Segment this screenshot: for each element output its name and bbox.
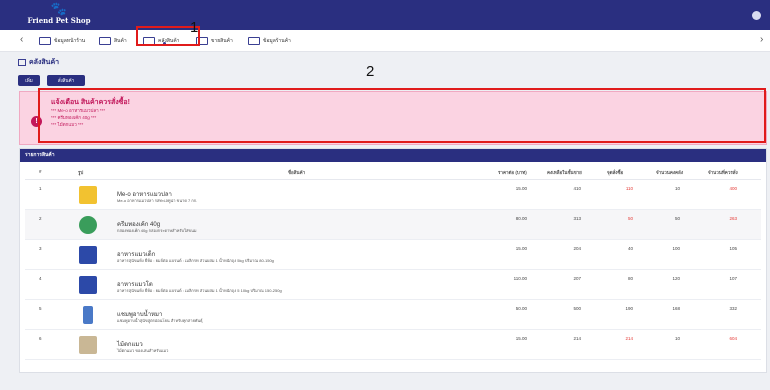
logo-text: Friend Pet Shop	[27, 16, 91, 25]
price: 15.00	[515, 246, 527, 251]
storefront-icon	[39, 36, 51, 45]
annotation-marker-1: 1	[190, 19, 199, 36]
to-order-qty: 400	[729, 186, 737, 191]
product-desc: อาหารสุนัขแห้ง ยี่ห้อ : ยมจ์ต่อ แบรนด์ :…	[117, 288, 282, 293]
to-order-qty: 107	[729, 276, 737, 281]
annotation-marker-2: 2	[366, 63, 375, 80]
reorder-point: 190	[625, 306, 633, 311]
to-order-qty: 263	[729, 216, 737, 221]
stock-qty: 10	[674, 186, 680, 191]
stock-qty: 168	[672, 306, 680, 311]
nav-tab-store-info[interactable]: ข้อมูลร้านค้า	[248, 34, 291, 48]
product-thumbnail	[79, 216, 97, 234]
product-desc: Me-o อาหารแมวปลา รสทะเลทูน่า ขนาด 7 กก.	[117, 198, 198, 203]
product-thumbnail	[83, 306, 93, 324]
products-icon	[99, 36, 111, 45]
price: 110.00	[513, 276, 527, 281]
col-header-price: ราคาต่อ (บาท)	[498, 170, 527, 175]
to-order-qty: 604	[729, 336, 737, 341]
table-row[interactable]: 2 ครีมทองเค้ก 40g กล่องทองเค้ก 40g กล่อง…	[25, 210, 761, 240]
col-header-reorder: จุดสั่งซื้อ	[607, 170, 624, 175]
price: 50.00	[515, 306, 527, 311]
reorder-point: 80	[627, 276, 633, 281]
add-button[interactable]: เพิ่ม	[18, 75, 40, 86]
product-desc: อาหารสุนัขแห้ง ยี่ห้อ : ยมจ์ต่อ แบรนด์ :…	[117, 258, 274, 263]
product-table-panel: รายการสินค้า # รูป ชื่อสินค้า ราคาต่อ (บ…	[19, 148, 767, 373]
col-header-stock: จำนวนคงคลัง	[656, 170, 684, 175]
table-row[interactable]: 4 อาหารแมวโต อาหารสุนัขแห้ง ยี่ห้อ : ยมจ…	[25, 270, 761, 300]
col-header-to-order: จำนวนที่ควรสั่ง	[708, 170, 738, 175]
order-button[interactable]: สั่งสินค้า	[47, 75, 85, 86]
nav-bar: ‹ › ข้อมูลหน้าร้าน สินค้า คลังสินค้า ขาย…	[0, 30, 770, 52]
table-row[interactable]: 6 ไม้ตกแมว ไม้ตกแมว ของเล่นสำหรับแมว 15.…	[25, 330, 761, 360]
top-bar: 🐾 Friend Pet Shop	[0, 0, 770, 30]
table-row[interactable]: 3 อาหารแมวเด็ก อาหารสุนัขแห้ง ยี่ห้อ : ย…	[25, 240, 761, 270]
panel-title: รายการสินค้า	[20, 149, 766, 162]
store-info-icon	[248, 36, 260, 45]
nav-tab-products[interactable]: สินค้า	[99, 34, 127, 48]
shelf-qty: 500	[573, 306, 581, 311]
to-order-qty: 105	[729, 246, 737, 251]
price: 80.00	[515, 216, 527, 221]
warehouse-icon	[18, 58, 26, 66]
paw-icon: 🐾	[50, 1, 68, 16]
col-header-shelf: คงเหลือในชั้นขาย	[547, 170, 582, 175]
reorder-point: 50	[627, 216, 633, 221]
shelf-qty: 313	[573, 216, 581, 221]
shelf-qty: 410	[573, 186, 581, 191]
product-thumbnail	[79, 186, 97, 204]
shelf-qty: 214	[573, 336, 581, 341]
row-index: 2	[39, 216, 42, 221]
page-title: คลังสินค้า	[18, 57, 59, 68]
reorder-point: 214	[625, 336, 633, 341]
nav-left-arrow-icon[interactable]: ‹	[20, 34, 23, 45]
product-desc: กล่องทองเค้ก 40g กล่องกระดาษสำหรับใส่ขนม	[117, 228, 197, 233]
logo[interactable]: 🐾 Friend Pet Shop	[20, 2, 98, 29]
user-avatar-icon[interactable]	[752, 11, 761, 20]
nav-right-arrow-icon[interactable]: ›	[760, 34, 763, 45]
price: 15.00	[515, 186, 527, 191]
stock-qty: 100	[672, 246, 680, 251]
product-thumbnail	[79, 336, 97, 354]
stock-qty: 50	[674, 216, 680, 221]
row-index: 3	[39, 246, 42, 251]
shelf-qty: 204	[573, 246, 581, 251]
to-order-qty: 332	[729, 306, 737, 311]
row-index: 5	[39, 306, 42, 311]
product-desc: ไม้ตกแมว ของเล่นสำหรับแมว	[117, 348, 169, 353]
reorder-point: 40	[627, 246, 633, 251]
annotation-box-2	[38, 88, 766, 143]
col-header-image: รูป	[78, 170, 84, 175]
nav-tab-sales[interactable]: ขายสินค้า	[196, 34, 233, 48]
stock-qty: 120	[672, 276, 680, 281]
shelf-qty: 207	[573, 276, 581, 281]
product-thumbnail	[79, 276, 97, 294]
col-header-index: #	[39, 169, 42, 174]
col-header-name: ชื่อสินค้า	[288, 170, 306, 175]
nav-tab-storefront[interactable]: ข้อมูลหน้าร้าน	[39, 34, 85, 48]
product-thumbnail	[79, 246, 97, 264]
reorder-point: 110	[625, 186, 633, 191]
row-index: 1	[39, 186, 42, 191]
stock-qty: 10	[674, 336, 680, 341]
price: 15.00	[515, 336, 527, 341]
table-row[interactable]: 5 แชมพูอาบน้ำหมา แชมพูอาบน้ำสุนัขสูตรอ่อ…	[25, 300, 761, 330]
row-index: 6	[39, 336, 42, 341]
product-desc: แชมพูอาบน้ำสุนัขสูตรอ่อนโยน สำหรับทุกสาย…	[117, 318, 203, 323]
table-row[interactable]: 1 Me-o อาหารแมวปลา Me-o อาหารแมวปลา รสทะ…	[25, 180, 761, 210]
row-index: 4	[39, 276, 42, 281]
